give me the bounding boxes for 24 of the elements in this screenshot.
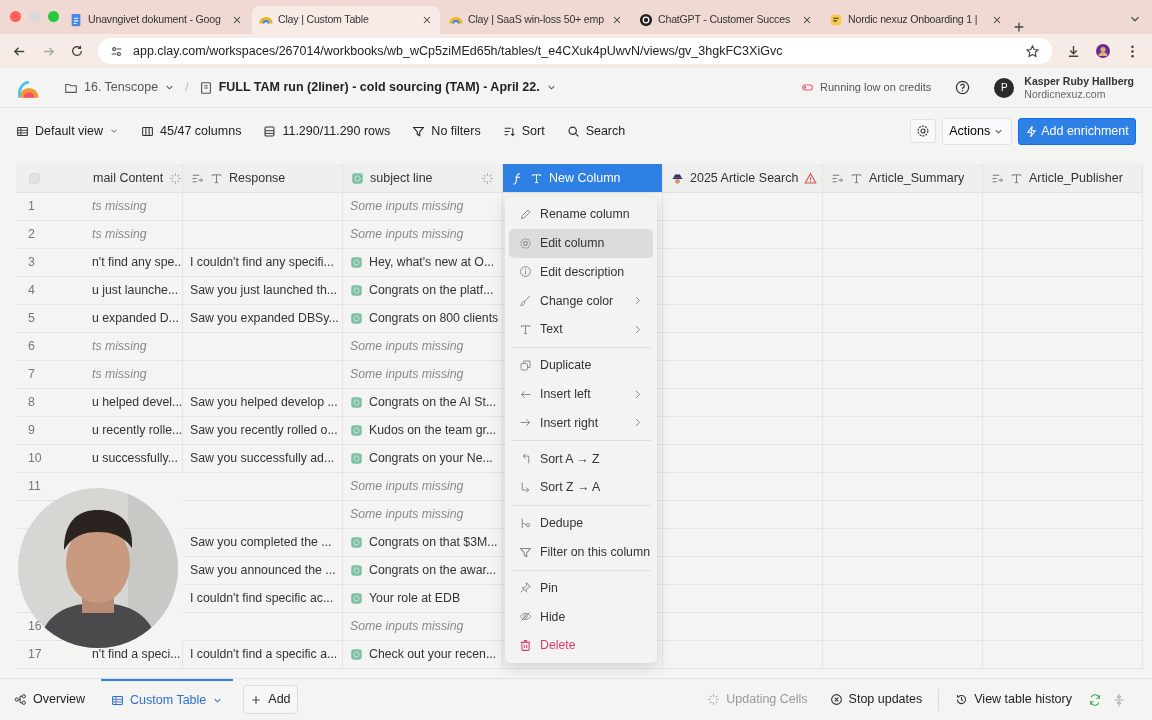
user-name: Kasper Ruby Hallberg xyxy=(1024,75,1134,88)
row-number: 3 xyxy=(16,249,85,277)
row-number: 4 xyxy=(16,277,85,305)
row-number: 10 xyxy=(16,445,85,473)
cell-text: Check out your recen... xyxy=(369,646,497,664)
row-number: 7 xyxy=(16,361,85,389)
cell-text: Congrats on that $3M... xyxy=(369,534,498,552)
user-organization: Nordicnexuz.com xyxy=(1024,87,1107,100)
cell-text: Congrats on the AI St... xyxy=(369,394,497,412)
breadcrumb-separator: / xyxy=(185,79,189,97)
row-number: 1 xyxy=(16,193,85,221)
cell-text: Congrats on your Ne... xyxy=(369,450,493,468)
row-number: 9 xyxy=(16,417,85,445)
cell-text: Congrats on the awar... xyxy=(369,562,497,580)
cell-text: Hey, what's new at O... xyxy=(369,254,495,272)
row-number: 8 xyxy=(16,389,85,417)
updating-status: Updating Cells xyxy=(726,691,808,709)
cell-text: Congrats on 800 clients xyxy=(369,310,499,328)
row-number: 2 xyxy=(16,221,85,249)
cell-text: Congrats on the platf... xyxy=(369,282,494,300)
cell-text: Your role at EDB xyxy=(369,590,461,608)
cell-text: Kudos on the team gr... xyxy=(369,422,497,440)
row-number: 5 xyxy=(16,305,85,333)
row-number: 6 xyxy=(16,333,85,361)
